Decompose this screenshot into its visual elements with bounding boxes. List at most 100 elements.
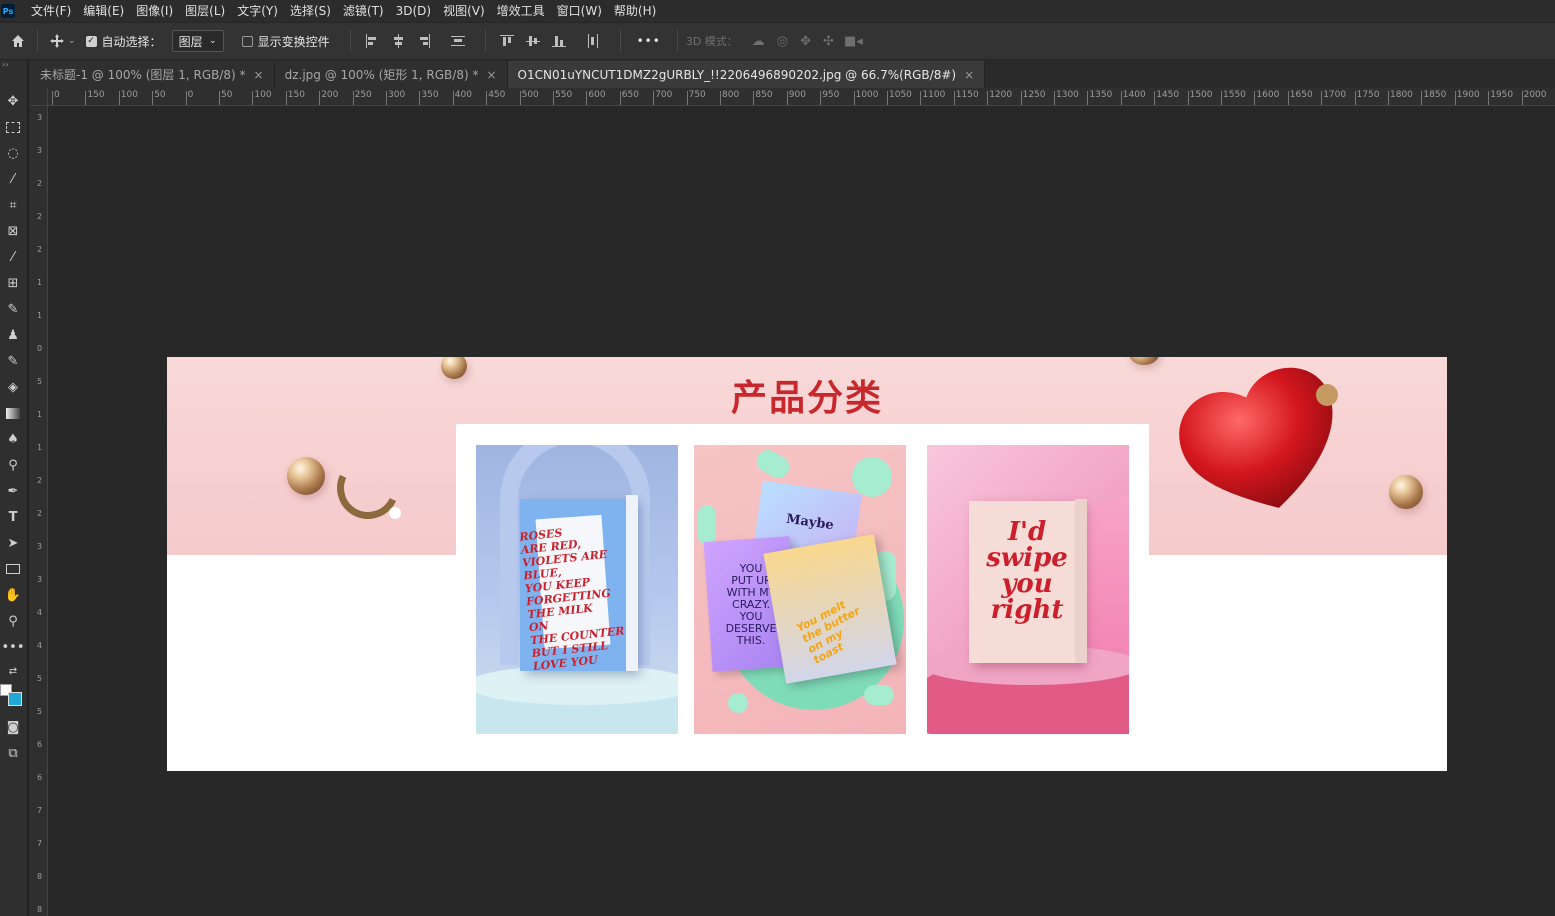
- ruler-horizontal[interactable]: 0 150 100 50 0 50 100 150 200 250 300 350 400 450 500 5…: [48, 88, 1555, 106]
- menu-window[interactable]: 窗口(W): [551, 0, 608, 22]
- ruler-tick: [1087, 91, 1089, 105]
- show-transform-checkbox[interactable]: [241, 35, 253, 47]
- brush-tool-icon[interactable]: ✎: [2, 298, 24, 320]
- ruler-tick: [853, 91, 855, 105]
- panel-grip-icon[interactable]: ››: [0, 60, 28, 70]
- crop-tool-icon[interactable]: ⌗: [2, 194, 24, 216]
- more-options-button[interactable]: •••: [637, 34, 661, 48]
- ruler-tick: [1454, 91, 1456, 105]
- move-tool-icon[interactable]: [46, 30, 68, 52]
- path-selection-tool-icon[interactable]: ➤: [2, 532, 24, 554]
- close-icon[interactable]: ×: [486, 68, 496, 82]
- rectangle-tool-icon[interactable]: [2, 558, 24, 580]
- magic-wand-tool-icon[interactable]: ⁄: [2, 168, 24, 190]
- ruler-label: 2: [37, 509, 43, 518]
- ruler-label: 4: [37, 641, 43, 650]
- align-center-h-icon[interactable]: [391, 34, 405, 48]
- align-left-icon[interactable]: [365, 34, 379, 48]
- ruler-tick: [1120, 91, 1122, 105]
- ruler-label: 3: [37, 575, 43, 584]
- ruler-label: 0: [54, 90, 60, 100]
- ruler-tick: [1521, 91, 1523, 105]
- tab-document-active[interactable]: O1CN01uYNCUT1DMZ2gURBLY_!!2206496890202.…: [507, 61, 986, 88]
- distribute-vertical-icon[interactable]: [450, 34, 465, 48]
- gradient-tool-icon[interactable]: [2, 402, 24, 424]
- lasso-tool-icon[interactable]: ◌: [2, 142, 24, 164]
- ruler-label: 1950: [1490, 90, 1514, 100]
- menu-image[interactable]: 图像(I): [130, 0, 179, 22]
- blur-tool-icon[interactable]: ♠: [2, 428, 24, 450]
- 3d-scale-icon[interactable]: ■◂: [844, 34, 863, 49]
- ruler-label: 1150: [955, 90, 979, 100]
- menu-layer[interactable]: 图层(L): [179, 0, 231, 22]
- ruler-label: 1: [37, 278, 43, 287]
- type-tool-icon[interactable]: T: [2, 506, 24, 528]
- ruler-tick: [1020, 91, 1022, 105]
- align-center-v-icon[interactable]: [525, 34, 540, 48]
- auto-select-label: 自动选择：: [101, 34, 162, 49]
- close-icon[interactable]: ×: [254, 68, 264, 82]
- menu-select[interactable]: 选择(S): [284, 0, 337, 22]
- auto-select-checkbox[interactable]: ✓: [85, 35, 97, 47]
- move-tool-icon[interactable]: ✥: [2, 90, 24, 112]
- ruler-tick: [1054, 91, 1055, 105]
- history-brush-tool-icon[interactable]: ✎: [2, 350, 24, 372]
- ruler-label: 50: [221, 90, 233, 100]
- background-color-swatch[interactable]: [8, 692, 22, 706]
- dodge-tool-icon[interactable]: ⚲: [2, 454, 24, 476]
- edit-toolbar-icon[interactable]: •••: [2, 636, 25, 658]
- ruler-origin[interactable]: [30, 88, 48, 106]
- screen-mode-icon[interactable]: ⧉: [2, 742, 24, 764]
- auto-select-dropdown[interactable]: 图层 ⌄: [171, 30, 224, 52]
- 3d-pan-icon[interactable]: ✥: [800, 34, 811, 49]
- clone-stamp-tool-icon[interactable]: ♟: [2, 324, 24, 346]
- pen-tool-icon[interactable]: ✒: [2, 480, 24, 502]
- ruler-label: 100: [254, 90, 272, 100]
- menu-type[interactable]: 文字(Y): [231, 0, 284, 22]
- marquee-tool-icon[interactable]: [2, 116, 24, 138]
- ruler-tick: [820, 91, 822, 105]
- 3d-roll-icon[interactable]: ◎: [777, 34, 788, 49]
- product-image-roses-card[interactable]: ROSES ARE RED, VIOLETS ARE BLUE, YOU KEE…: [476, 445, 678, 734]
- chevron-down-icon[interactable]: ⌄: [68, 36, 76, 46]
- eraser-tool-icon[interactable]: ◈: [2, 376, 24, 398]
- zoom-tool-icon[interactable]: ⚲: [2, 610, 24, 632]
- 3d-orbit-icon[interactable]: ☁: [752, 34, 765, 49]
- home-icon[interactable]: [7, 30, 29, 52]
- menu-3d[interactable]: 3D(D): [390, 0, 437, 22]
- options-bar: ⌄ ✓ 自动选择： 图层 ⌄ 显示变换控件 ••• 3D 模式： ☁ ◎ ✥ ✣…: [0, 22, 1555, 60]
- ruler-tick: [753, 91, 755, 105]
- document-canvas[interactable]: 产品分类 ROSES ARE RED, VIOLETS ARE BLUE, YO…: [167, 357, 1447, 771]
- menu-file[interactable]: 文件(F): [25, 0, 77, 22]
- tab-document-untitled[interactable]: 未标题-1 @ 100% (图层 1, RGB/8) * ×: [30, 61, 275, 88]
- product-image-swipe-card[interactable]: I'd swipe you right: [927, 445, 1129, 734]
- ruler-label: 2: [37, 476, 43, 485]
- quick-mask-icon[interactable]: ◙: [2, 716, 24, 738]
- menu-help[interactable]: 帮助(H): [608, 0, 662, 22]
- 3d-slide-icon[interactable]: ✣: [823, 34, 834, 49]
- ruler-tick: [686, 91, 688, 105]
- distribute-horizontal-icon[interactable]: [586, 34, 600, 48]
- tab-document-dz[interactable]: dz.jpg @ 100% (矩形 1, RGB/8) * ×: [274, 61, 508, 88]
- ruler-vertical[interactable]: 3 3 2 2 2 1 1 0 5 1 1 2 2 3 3 4 4 5 5 6 6 7 7 8 8: [30, 106, 48, 916]
- hand-tool-icon[interactable]: ✋: [2, 584, 24, 606]
- align-right-icon[interactable]: [417, 34, 431, 48]
- product-image-crazy-card[interactable]: Maybe YOU PUT UP WITH MY CRAZY. YOU DESE…: [694, 445, 906, 734]
- frame-tool-icon[interactable]: ⊠: [2, 220, 24, 242]
- ruler-label: 600: [588, 90, 606, 100]
- ruler-label: 50: [154, 90, 166, 100]
- divider: [484, 30, 486, 52]
- ruler-tick: [987, 91, 989, 105]
- eyedropper-tool-icon[interactable]: ⁄: [2, 246, 24, 268]
- ruler-label: 1800: [1390, 90, 1413, 100]
- menu-edit[interactable]: 编辑(E): [77, 0, 130, 22]
- healing-brush-tool-icon[interactable]: ⊞: [2, 272, 24, 294]
- align-top-icon[interactable]: [499, 34, 514, 48]
- menu-plugins[interactable]: 增效工具: [491, 0, 551, 22]
- swap-colors-icon[interactable]: ⇄: [2, 660, 24, 682]
- menu-view[interactable]: 视图(V): [437, 0, 491, 22]
- ruler-label: 200: [321, 90, 339, 100]
- align-bottom-icon[interactable]: [551, 34, 566, 48]
- close-icon[interactable]: ×: [964, 68, 974, 82]
- menu-filter[interactable]: 滤镜(T): [337, 0, 390, 22]
